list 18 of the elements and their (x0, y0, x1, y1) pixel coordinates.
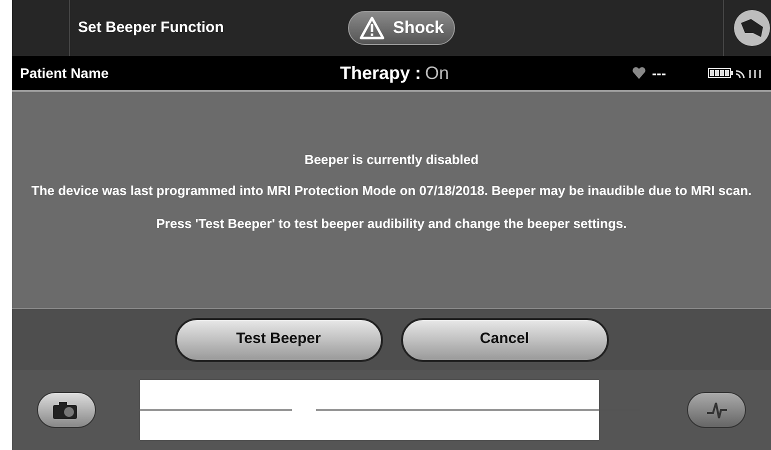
heart-rate: --- (652, 64, 667, 82)
ecg-button[interactable] (687, 392, 746, 428)
action-button[interactable]: Test Beeper (174, 318, 382, 362)
warning-message: The device was last programmed into MRI Protection Mode on 07/18/2018. Beeper may be inaudible due to MRI scan. (30, 182, 753, 200)
therapy-label: Therapy : (340, 62, 422, 85)
camera-button[interactable] (37, 392, 96, 428)
action-button[interactable]: Cancel (400, 318, 608, 362)
status-message: Beeper is currently disabled (304, 151, 479, 169)
heart-icon (632, 66, 646, 80)
signal-icon (735, 67, 763, 79)
screen-title: Set Beeper Function (78, 18, 225, 38)
shock-button[interactable]: Shock (348, 11, 456, 45)
waveform-icon (706, 400, 728, 420)
therapy-value: On (425, 62, 450, 84)
warning-icon (359, 16, 385, 40)
instruction-message: Press 'Test Beeper' to test beeper audibility and change the beeper settings. (156, 214, 627, 233)
patient-name: Patient Name (20, 64, 110, 82)
battery-icon (708, 68, 733, 78)
